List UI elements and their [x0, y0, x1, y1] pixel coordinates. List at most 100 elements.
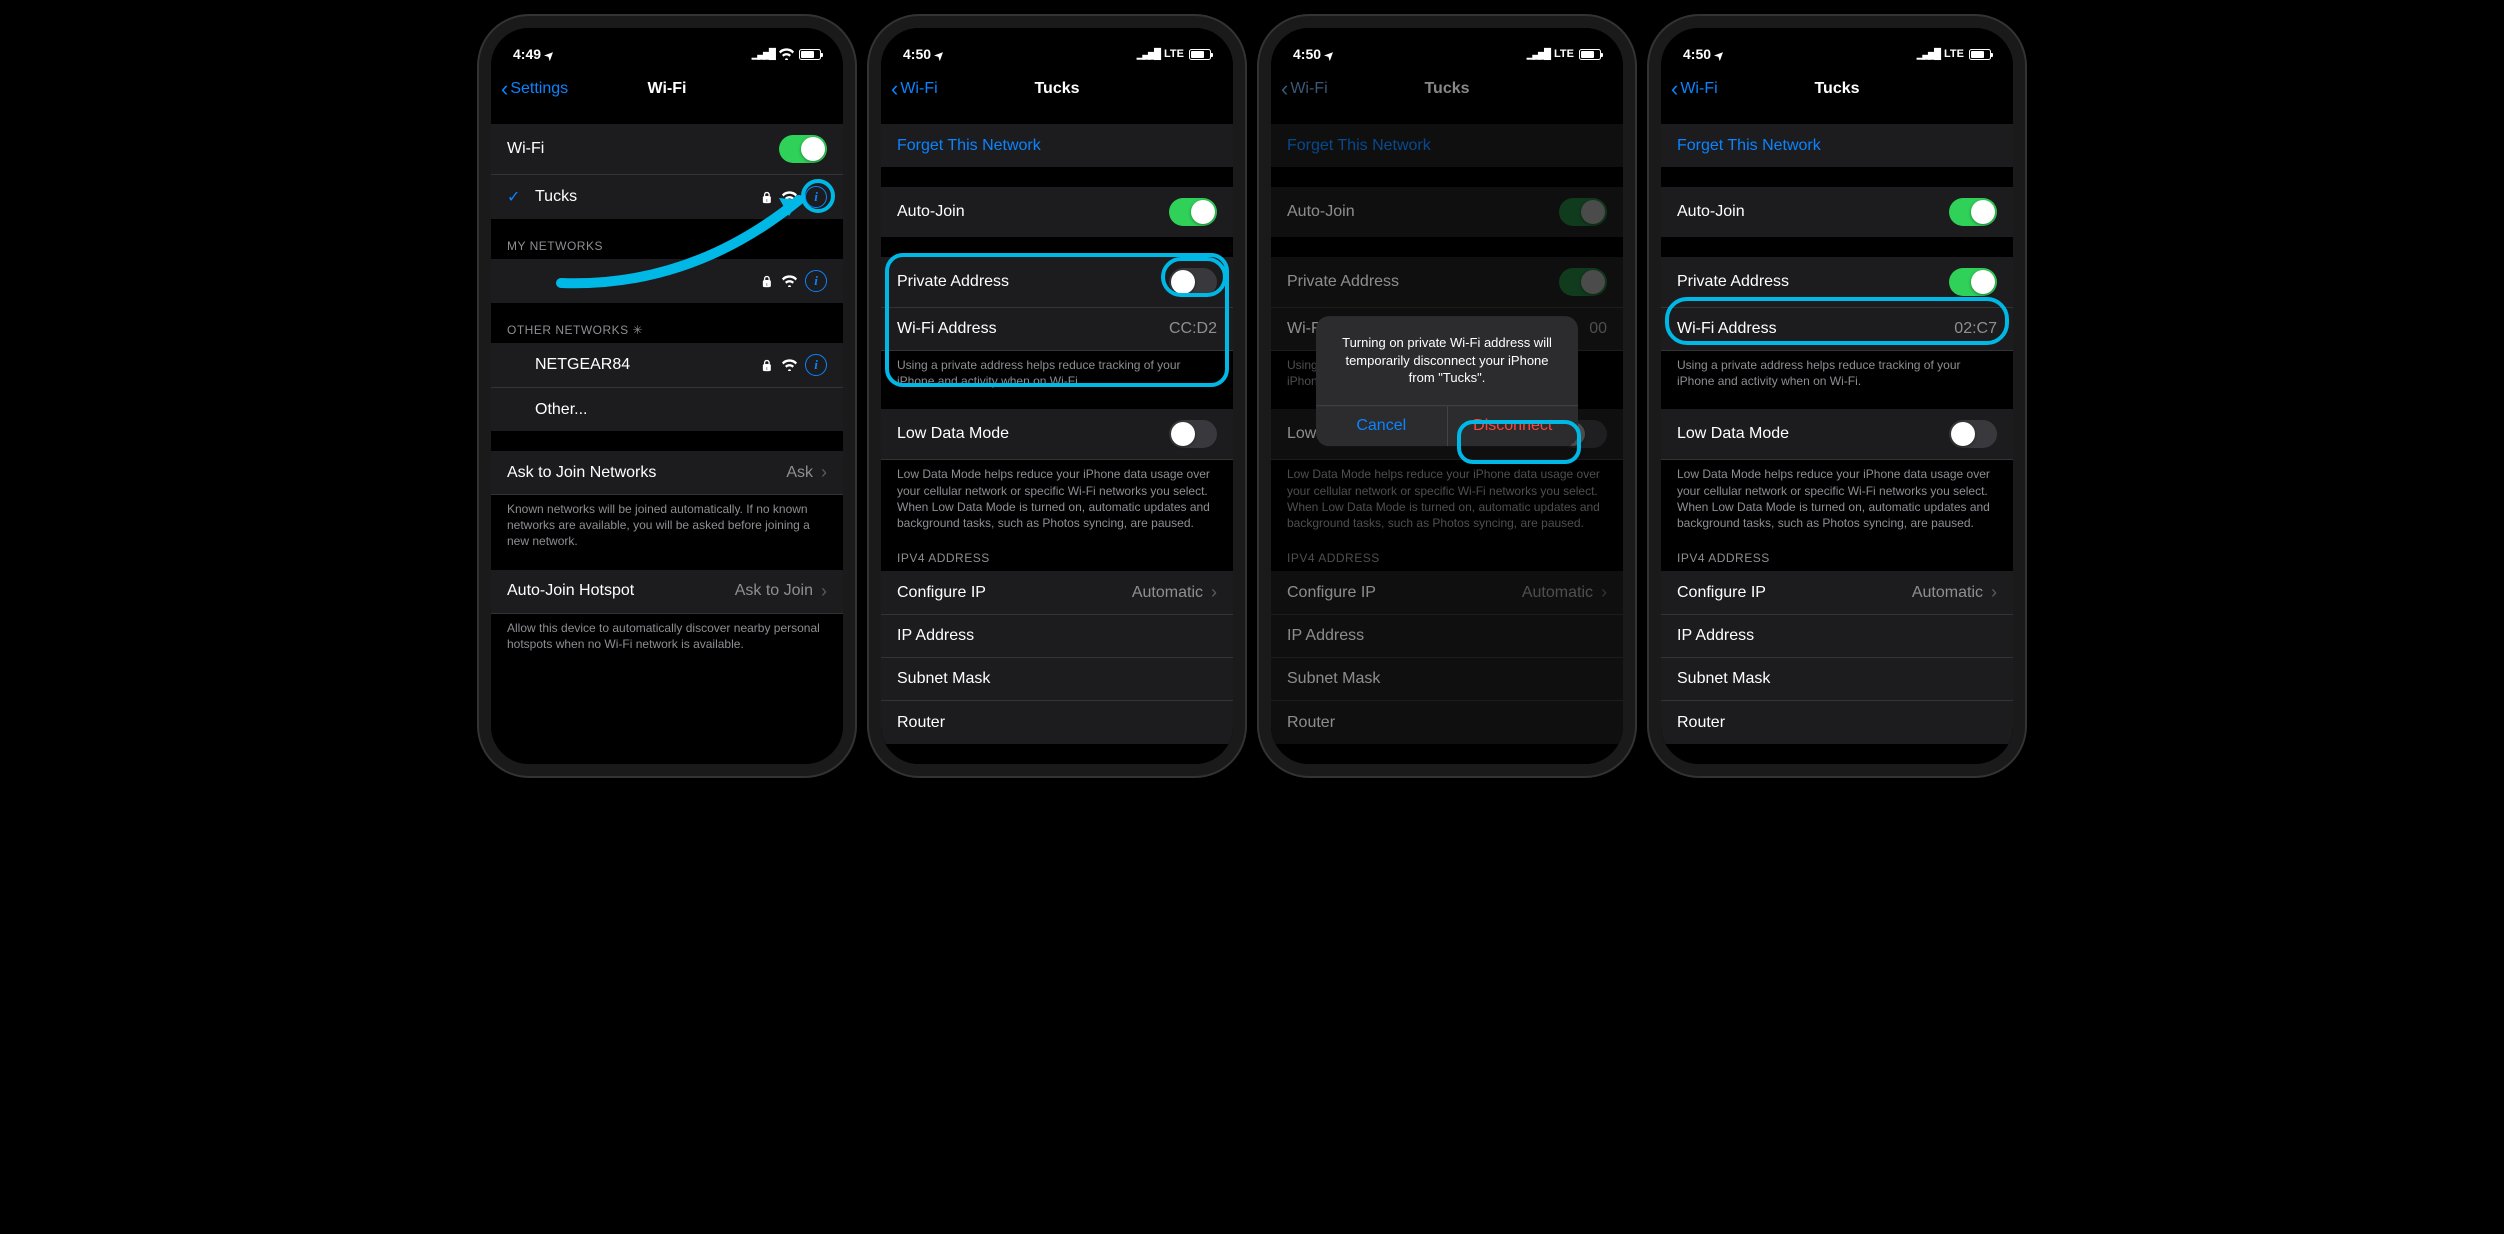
chevron-left-icon: ‹ — [1281, 76, 1288, 102]
autojoin-toggle[interactable] — [1169, 198, 1217, 226]
page-title: Tucks — [1034, 80, 1079, 98]
other-networks-header: OTHER NETWORKS — [491, 323, 843, 343]
status-time: 4:49 — [513, 46, 541, 62]
network-name: Other... — [535, 401, 587, 419]
ask-to-join-row[interactable]: Ask to Join Networks Ask› — [491, 451, 843, 495]
chevron-right-icon: › — [1991, 582, 1997, 603]
mask-label: Subnet Mask — [1287, 670, 1380, 688]
configure-ip-row[interactable]: Configure IP Automatic› — [1661, 571, 2013, 615]
low-data-label: Low Data Mode — [1677, 425, 1789, 443]
wifi-address-value: CC:D2 — [1169, 320, 1217, 338]
private-address-label: Private Address — [1677, 273, 1789, 291]
back-label: Wi-Fi — [1680, 80, 1717, 98]
connected-network-row[interactable]: ✓Tucks i — [491, 175, 843, 219]
alert-disconnect-button[interactable]: Disconnect — [1448, 406, 1579, 446]
ip-label: IP Address — [1287, 627, 1364, 645]
alert-cancel-button[interactable]: Cancel — [1316, 406, 1448, 446]
auto-join-row: Auto-Join — [881, 187, 1233, 237]
private-address-footer: Using a private address helps reduce tra… — [881, 351, 1233, 389]
forget-label: Forget This Network — [1677, 137, 1821, 155]
chevron-left-icon: ‹ — [891, 76, 898, 102]
mask-label: Subnet Mask — [897, 670, 990, 688]
battery-icon — [1969, 49, 1991, 60]
notch — [1747, 28, 1927, 54]
status-time: 4:50 — [1683, 46, 1711, 62]
wifi-strength-icon — [782, 191, 797, 203]
phone-4: 4:50 LTE ‹Wi-Fi Tucks Forget This Networ… — [1649, 16, 2025, 776]
wifi-address-value: 02:C7 — [1954, 320, 1997, 338]
battery-icon — [1189, 49, 1211, 60]
autojoin-toggle[interactable] — [1949, 198, 1997, 226]
auto-join-hotspot-row[interactable]: Auto-Join Hotspot Ask to Join› — [491, 570, 843, 614]
page-title: Tucks — [1424, 80, 1469, 98]
status-time: 4:50 — [1293, 46, 1321, 62]
auto-hs-footer: Allow this device to automatically disco… — [491, 614, 843, 652]
status-time: 4:50 — [903, 46, 931, 62]
forget-label: Forget This Network — [1287, 137, 1431, 155]
notch — [1357, 28, 1537, 54]
subnet-mask-row: Subnet Mask — [1271, 658, 1623, 701]
mask-label: Subnet Mask — [1677, 670, 1770, 688]
info-icon[interactable]: i — [805, 270, 827, 292]
my-networks-header: MY NETWORKS — [491, 239, 843, 259]
configure-ip-label: Configure IP — [897, 584, 986, 602]
low-data-row: Low Data Mode — [1661, 409, 2013, 460]
back-label: Wi-Fi — [1290, 80, 1327, 98]
chevron-right-icon: › — [821, 462, 827, 483]
ask-value: Ask — [786, 464, 813, 482]
back-button[interactable]: ‹Settings — [501, 76, 568, 102]
wifi-address-label: Wi-Fi Address — [1677, 320, 1777, 338]
private-address-row: Private Address — [881, 257, 1233, 308]
wifi-toggle[interactable] — [779, 135, 827, 163]
back-button[interactable]: ‹Wi-Fi — [891, 76, 938, 102]
ipv4-header: IPV4 ADDRESS — [881, 551, 1233, 571]
low-data-toggle[interactable] — [1949, 420, 1997, 448]
router-label: Router — [1677, 714, 1725, 732]
auto-hs-label: Auto-Join Hotspot — [507, 582, 634, 600]
notch — [967, 28, 1147, 54]
chevron-left-icon: ‹ — [1671, 76, 1678, 102]
configure-ip-row: Configure IP Automatic› — [1271, 571, 1623, 615]
ip-label: IP Address — [1677, 627, 1754, 645]
chevron-right-icon: › — [1601, 582, 1607, 603]
back-button[interactable]: ‹Wi-Fi — [1671, 76, 1718, 102]
other-network-row[interactable]: NETGEAR84 i — [491, 343, 843, 388]
chevron-right-icon: › — [1211, 582, 1217, 603]
autojoin-label: Auto-Join — [1677, 203, 1745, 221]
my-network-row[interactable]: i — [491, 259, 843, 303]
phone-3: 4:50 LTE ‹Wi-Fi Tucks Forget This Networ… — [1259, 16, 1635, 776]
battery-icon — [1579, 49, 1601, 60]
net-label: LTE — [1944, 48, 1964, 60]
ipv4-header: IPV4 ADDRESS — [1661, 551, 2013, 571]
forget-network-row[interactable]: Forget This Network — [881, 124, 1233, 167]
wifi-address-row: Wi-Fi Address CC:D2 — [881, 308, 1233, 351]
configure-ip-value: Automatic — [1132, 584, 1203, 602]
wifi-address-row: Wi-Fi Address 02:C7 — [1661, 308, 2013, 351]
router-label: Router — [1287, 714, 1335, 732]
nav-bar: ‹Settings Wi-Fi — [491, 68, 843, 110]
configure-ip-value: Automatic — [1912, 584, 1983, 602]
back-button[interactable]: ‹Wi-Fi — [1281, 76, 1328, 102]
checkmark-icon: ✓ — [507, 187, 525, 207]
low-data-toggle[interactable] — [1169, 420, 1217, 448]
signal-icon — [752, 48, 774, 60]
autojoin-toggle — [1559, 198, 1607, 226]
private-address-toggle[interactable] — [1169, 268, 1217, 296]
info-icon[interactable]: i — [805, 354, 827, 376]
other-network-row[interactable]: Other... — [491, 388, 843, 431]
forget-label: Forget This Network — [897, 137, 1041, 155]
configure-ip-row[interactable]: Configure IP Automatic › — [881, 571, 1233, 615]
private-address-toggle[interactable] — [1949, 268, 1997, 296]
subnet-mask-row: Subnet Mask — [881, 658, 1233, 701]
info-icon[interactable]: i — [805, 186, 827, 208]
auto-hs-value: Ask to Join — [735, 582, 813, 600]
nav-bar: ‹Wi-Fi Tucks — [1661, 68, 2013, 110]
net-label: LTE — [1554, 48, 1574, 60]
ipv4-header: IPV4 ADDRESS — [1271, 551, 1623, 571]
wifi-label: Wi-Fi — [507, 140, 544, 158]
forget-network-row[interactable]: Forget This Network — [1661, 124, 2013, 167]
autojoin-label: Auto-Join — [1287, 203, 1355, 221]
spinner-icon — [633, 323, 644, 337]
low-data-row: Low Data Mode — [881, 409, 1233, 460]
private-address-row: Private Address — [1271, 257, 1623, 308]
